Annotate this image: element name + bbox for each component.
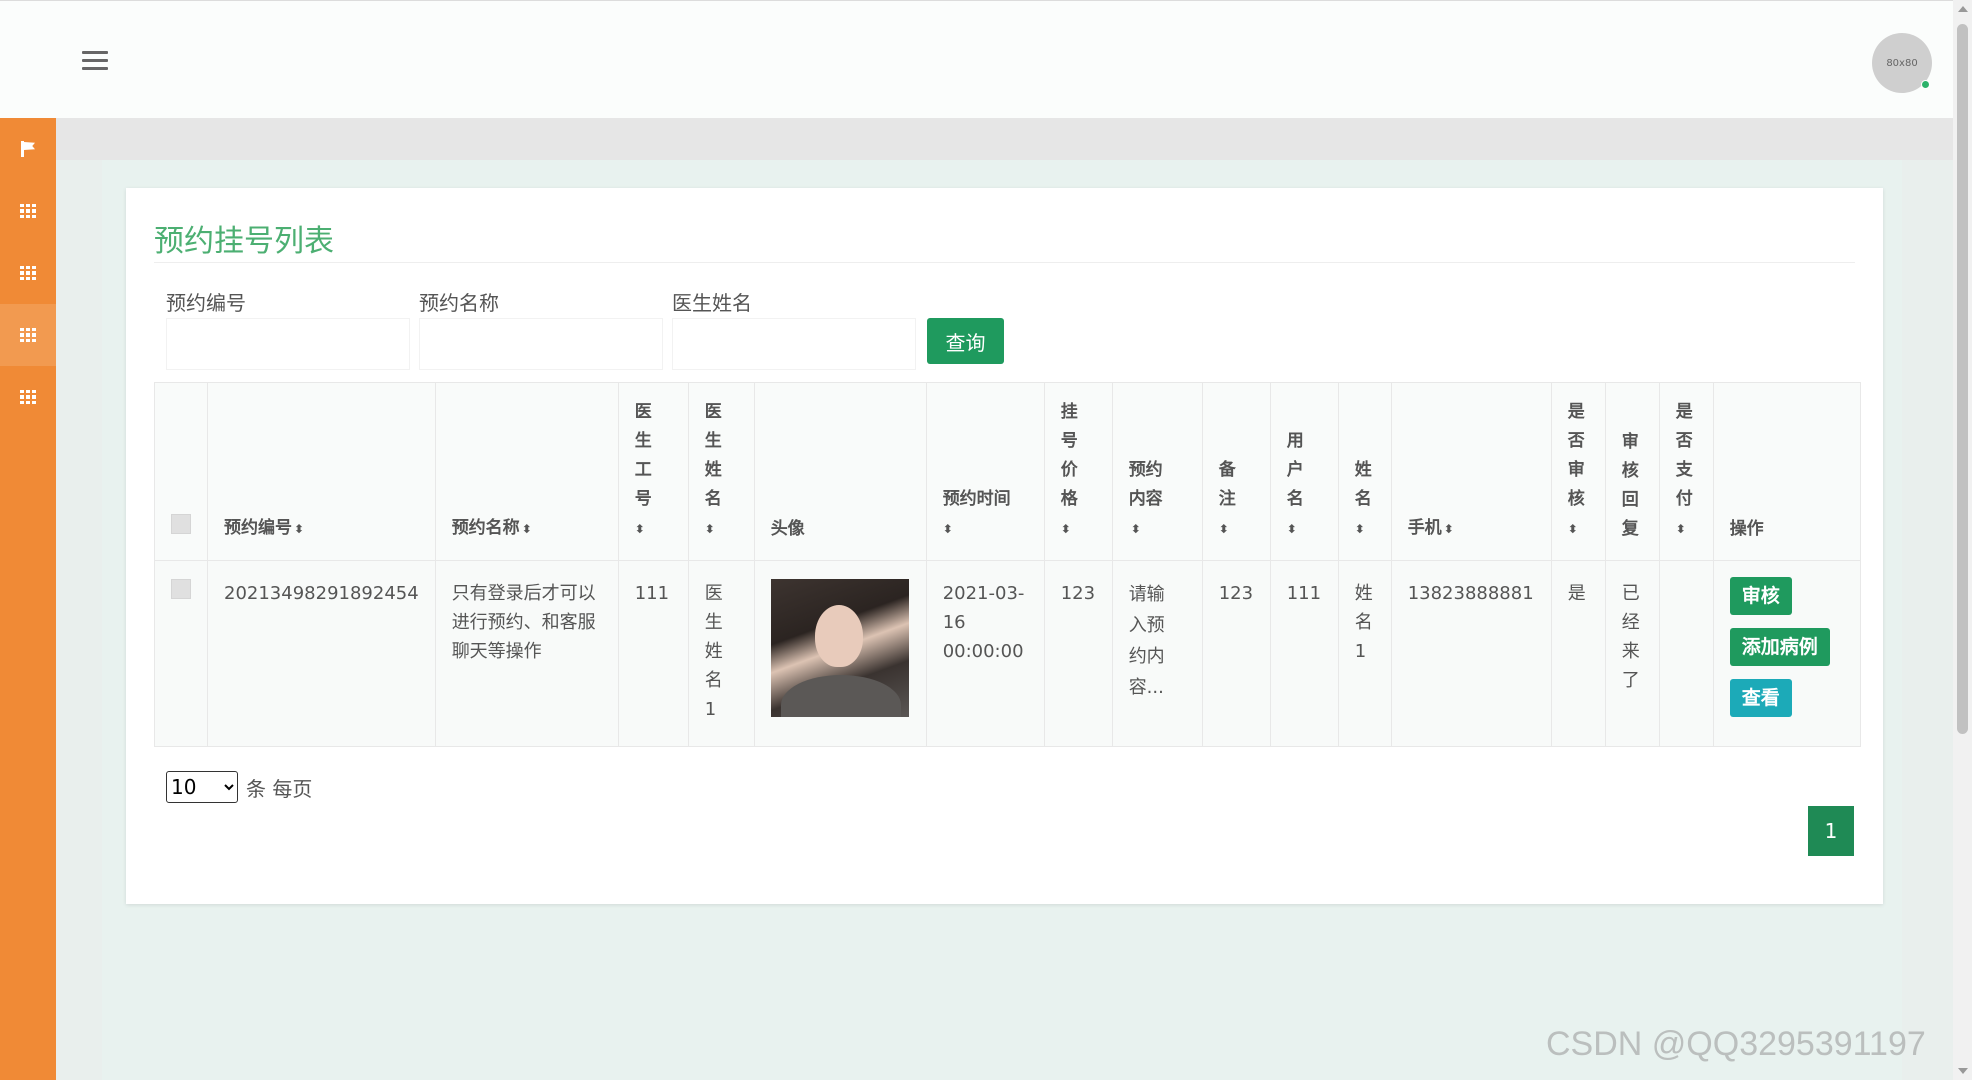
cell-doctor-name: 医生姓名1 [687, 560, 755, 747]
cell-avatar [753, 560, 927, 747]
col-review-reply: 审核回复 [1604, 382, 1660, 561]
user-avatar[interactable]: 80x80 [1872, 33, 1932, 93]
col-avatar: 头像 [753, 382, 927, 561]
flag-icon [20, 141, 36, 157]
table-row: 20213498291892454 只有登录后才可以进行预约、和客服聊天等操作 … [154, 560, 1861, 747]
scroll-thumb[interactable] [1957, 24, 1968, 734]
sort-icon: ⬍ [1218, 522, 1229, 536]
cell-is-reviewed: 是 [1550, 560, 1606, 747]
col-phone[interactable]: 手机 ⬍ [1390, 382, 1552, 561]
menu-toggle-icon[interactable] [82, 51, 108, 71]
sidebar-item-2[interactable] [0, 242, 56, 304]
sort-icon: ⬍ [1567, 522, 1578, 536]
cell-review-reply: 已经来了 [1604, 560, 1660, 747]
cell-content: 请输入预约内容... [1111, 560, 1203, 747]
col-is-reviewed[interactable]: 是否审核 ⬍ [1550, 382, 1606, 561]
col-name[interactable]: 姓名 ⬍ [1337, 382, 1392, 561]
page-scrollbar[interactable] [1953, 0, 1972, 1080]
col-remark[interactable]: 备注 ⬍ [1201, 382, 1271, 561]
cell-actions: 审核 添加病例 查看 [1712, 560, 1861, 747]
col-content[interactable]: 预约内容 ⬍ [1111, 382, 1203, 561]
sidebar [0, 118, 56, 1080]
cell-is-paid [1658, 560, 1714, 747]
sort-icon: ⬍ [704, 522, 715, 536]
col-doctor-id[interactable]: 医生工号 ⬍ [617, 382, 689, 561]
list-panel: 预约挂号列表 预约编号 预约名称 医生姓名 查询 预约编号 ⬍ 预约名称 ⬍ 医生工… [126, 188, 1883, 904]
row-checkbox[interactable] [171, 579, 191, 599]
col-is-paid[interactable]: 是否支付 ⬍ [1658, 382, 1714, 561]
sidebar-item-4[interactable] [0, 366, 56, 428]
col-username[interactable]: 用户名 ⬍ [1269, 382, 1339, 561]
doctor-photo [770, 579, 909, 717]
col-actions: 操作 [1712, 382, 1861, 561]
avatar-placeholder-text: 80x80 [1886, 57, 1918, 69]
appointment-table: 预约编号 ⬍ 预约名称 ⬍ 医生工号 ⬍ 医生姓名 ⬍ 头像 预约时间 ⬍ 挂号价格 ⬍ 预… [154, 382, 1861, 747]
cell-username: 111 [1269, 560, 1339, 747]
search-field-doctor-name: 医生姓名 [672, 288, 916, 370]
add-case-button[interactable]: 添加病例 [1729, 628, 1830, 666]
select-all-checkbox[interactable] [171, 514, 191, 534]
sort-icon: ⬍ [942, 522, 953, 536]
col-price[interactable]: 挂号价格 ⬍ [1043, 382, 1113, 561]
sidebar-item-flag[interactable] [0, 118, 56, 180]
sort-icon: ⬍ [1354, 522, 1365, 536]
col-appointment-time[interactable]: 预约时间 ⬍ [925, 382, 1045, 561]
scroll-up-arrow-icon[interactable] [1958, 6, 1968, 12]
watermark: CSDN @QQ3295391197 [1546, 1025, 1926, 1063]
search-field-appointment-name: 预约名称 [419, 288, 663, 370]
page-size-label: 条 每页 [246, 776, 313, 801]
cell-phone: 13823888881 [1390, 560, 1552, 747]
col-appointment-no[interactable]: 预约编号 ⬍ [207, 382, 436, 561]
select-all-cell [154, 382, 208, 561]
cell-appointment-no: 20213498291892454 [207, 560, 436, 747]
grid-icon [20, 266, 36, 280]
header-shadow-band [56, 118, 1953, 160]
cell-price: 123 [1043, 560, 1113, 747]
review-button[interactable]: 审核 [1729, 577, 1792, 615]
page-size-control: 10 条 每页 [166, 771, 312, 803]
sort-icon: ⬍ [1130, 522, 1141, 536]
sort-icon: ⬍ [1286, 522, 1297, 536]
cell-name: 姓名1 [1337, 560, 1392, 747]
view-button[interactable]: 查看 [1729, 679, 1792, 717]
search-field-appointment-no: 预约编号 [166, 288, 410, 370]
cell-doctor-id: 111 [617, 560, 689, 747]
cell-remark: 123 [1201, 560, 1271, 747]
col-appointment-name[interactable]: 预约名称 ⬍ [434, 382, 619, 561]
sort-icon: ⬍ [634, 522, 645, 536]
table-header-row: 预约编号 ⬍ 预约名称 ⬍ 医生工号 ⬍ 医生姓名 ⬍ 头像 预约时间 ⬍ 挂号价格 ⬍ 预… [154, 382, 1861, 561]
field-label: 预约编号 [166, 291, 246, 315]
page-size-select[interactable]: 10 [166, 771, 238, 803]
doctor-name-input[interactable] [672, 318, 916, 370]
page-title: 预约挂号列表 [154, 224, 334, 259]
scroll-down-arrow-icon[interactable] [1958, 1068, 1968, 1074]
top-bar: 80x80 [0, 0, 1953, 118]
grid-icon [20, 390, 36, 404]
field-label: 医生姓名 [672, 291, 752, 315]
sort-icon: ⬍ [1675, 522, 1686, 536]
pagination-page-1[interactable]: 1 [1808, 806, 1854, 856]
sidebar-item-1[interactable] [0, 180, 56, 242]
sort-icon: ⬍ [1060, 522, 1071, 536]
title-divider [154, 262, 1855, 263]
search-button[interactable]: 查询 [927, 318, 1004, 364]
grid-icon [20, 204, 36, 218]
field-label: 预约名称 [419, 291, 499, 315]
grid-icon [20, 328, 36, 342]
sort-icon: ⬍ [521, 522, 532, 536]
row-select-cell [154, 560, 208, 747]
cell-appointment-time: 2021-03-16 00:00:00 [925, 560, 1045, 747]
appointment-no-input[interactable] [166, 318, 410, 370]
sort-icon: ⬍ [294, 522, 305, 536]
sidebar-item-3[interactable] [0, 304, 56, 366]
appointment-name-input[interactable] [419, 318, 663, 370]
online-status-dot [1921, 80, 1930, 89]
sort-icon: ⬍ [1443, 522, 1454, 536]
cell-appointment-name: 只有登录后才可以进行预约、和客服聊天等操作 [434, 560, 619, 747]
col-doctor-name[interactable]: 医生姓名 ⬍ [687, 382, 755, 561]
